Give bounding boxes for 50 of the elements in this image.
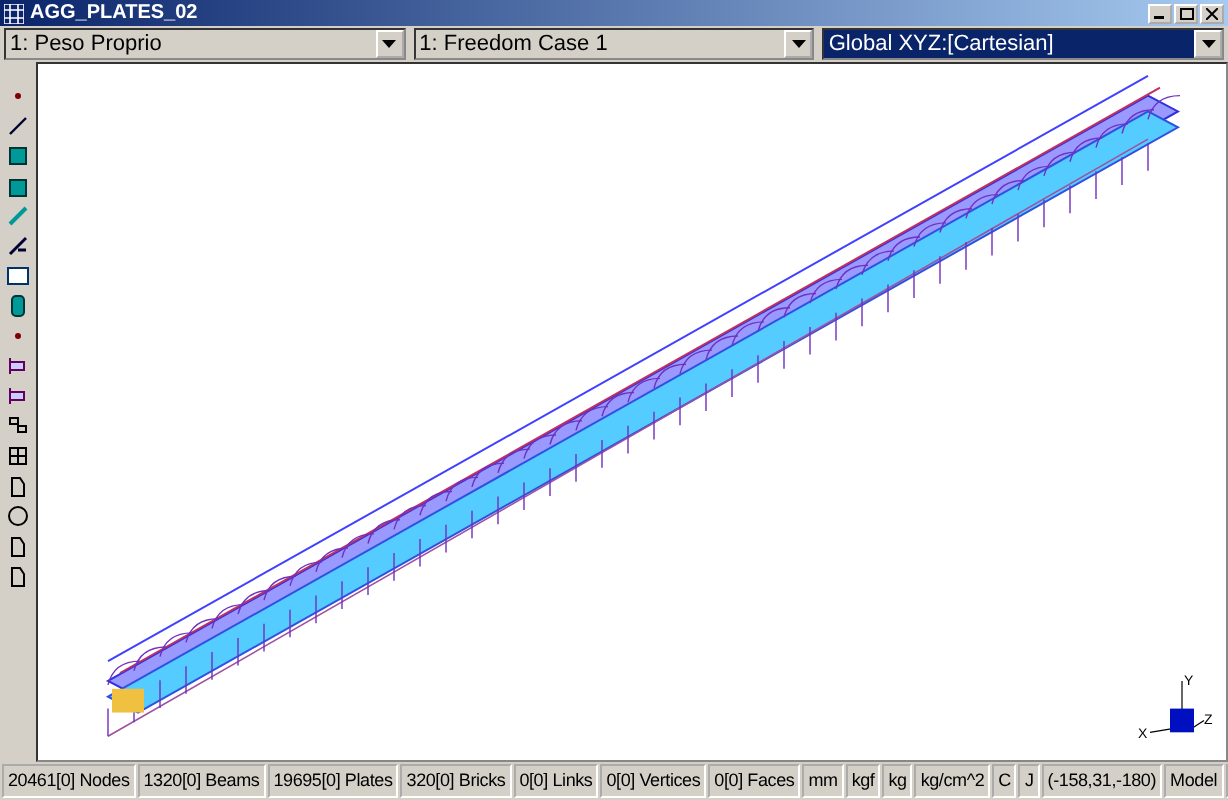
status-field: 0[0] Faces (708, 764, 801, 798)
maximize-button[interactable] (1174, 3, 1198, 23)
dropdown[interactable]: 1: Freedom Case 1 (413, 28, 815, 60)
status-field: 19695[0] Plates (267, 764, 399, 798)
dropdown[interactable]: 1: Peso Proprio (4, 28, 406, 60)
status-field: kg/cm^2 (914, 764, 991, 798)
toolbar-button[interactable] (4, 112, 32, 138)
tool-icon (6, 503, 30, 527)
tool-icon (6, 173, 30, 197)
toolbar-button[interactable] (4, 232, 32, 258)
tool-icon (6, 443, 30, 467)
dropdown[interactable]: Global XYZ:[Cartesian] (822, 28, 1225, 60)
status-field: C (992, 764, 1017, 798)
status-field: mm (802, 764, 844, 798)
tool-icon (6, 113, 30, 137)
dropdown-arrow-icon (382, 40, 397, 48)
tool-icon (6, 383, 30, 407)
toolbar-button[interactable] (4, 142, 32, 168)
status-field: Model (1164, 764, 1224, 798)
grid-icon (4, 3, 24, 23)
status-field: 320[0] Bricks (400, 764, 512, 798)
status-field: 1320[0] Beams (137, 764, 266, 798)
status-field: kg (882, 764, 913, 798)
status-field: 0[0] Links (513, 764, 599, 798)
tool-icon (6, 473, 30, 497)
status-field: 0[0] Vertices (600, 764, 707, 798)
dropdown-arrow-icon (791, 40, 806, 48)
toolbar-button[interactable] (4, 442, 32, 468)
status-field: 20461[0] Nodes (2, 764, 136, 798)
tool-icon (6, 203, 30, 227)
tool-icon (6, 353, 30, 377)
close-icon (1206, 7, 1218, 19)
close-button[interactable] (1200, 3, 1224, 23)
tool-icon (6, 263, 30, 287)
tool-icon (6, 413, 30, 437)
status-field: (-158,31,-180) (1041, 764, 1163, 798)
minimize-button[interactable] (1148, 3, 1172, 23)
toolbar-button[interactable] (4, 502, 32, 528)
dropdown-arrow-icon (1201, 40, 1216, 48)
tool-icon (6, 533, 30, 557)
maximize-icon (1179, 7, 1193, 19)
tool-icon (6, 143, 30, 167)
toolbar-button[interactable] (4, 262, 32, 288)
status-field: J (1018, 764, 1040, 798)
tool-icon (6, 233, 30, 257)
tool-icon (6, 563, 30, 587)
toolbar-button[interactable] (4, 412, 32, 438)
tool-icon (6, 293, 30, 317)
window-title: AGG_PLATES_02 (30, 2, 198, 24)
status-field: kgf (845, 764, 881, 798)
